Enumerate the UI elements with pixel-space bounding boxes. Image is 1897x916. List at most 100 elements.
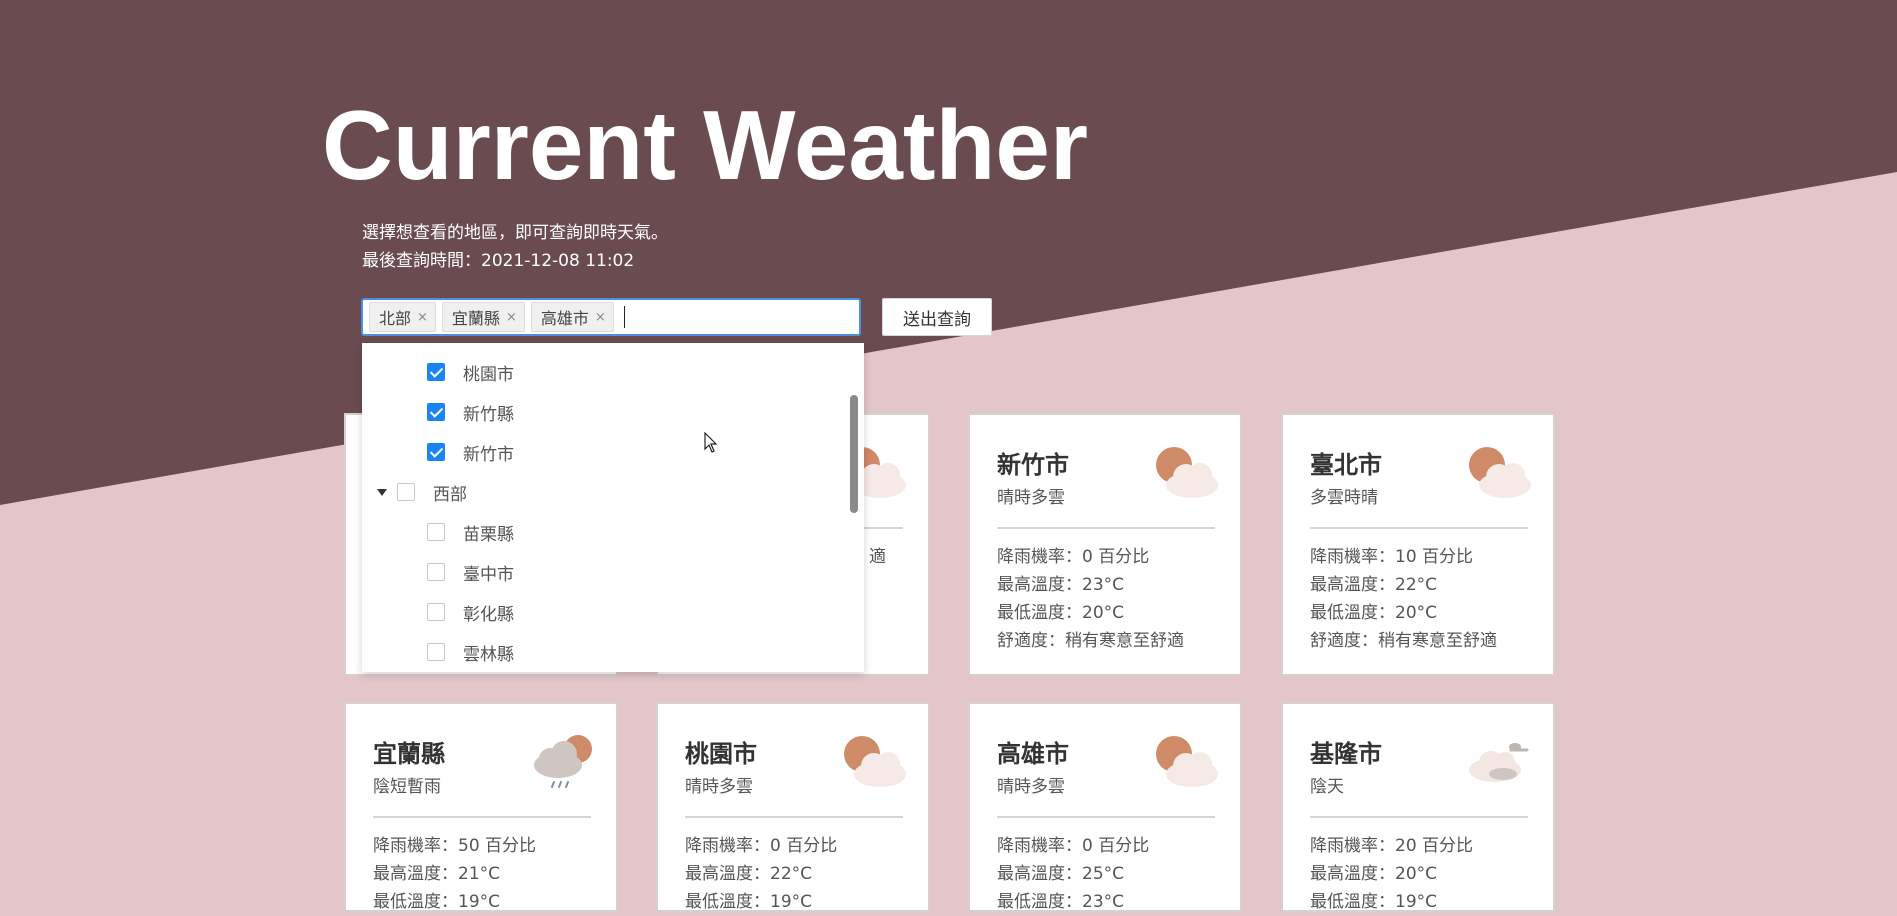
tag-label: 高雄市: [540, 309, 589, 328]
card-divider: [1310, 816, 1528, 818]
card-city: 基隆市: [1310, 740, 1382, 768]
card-city: 宜蘭縣: [373, 740, 445, 768]
last-query-time: 最後查詢時間：2021-12-08 11:02: [362, 251, 635, 271]
card-detail-line: 降雨機率：50 百分比: [373, 836, 537, 856]
tree-item[interactable]: 新竹縣: [362, 392, 842, 432]
partly-cloudy-icon: [1152, 443, 1220, 499]
card-condition: 晴時多雲: [997, 488, 1065, 508]
dropdown-scrollbar[interactable]: [850, 395, 858, 513]
weather-card: 基隆市 陰天 降雨機率：20 百分比 最高溫度：20°C 最低溫度：19°C: [1281, 702, 1555, 912]
weather-card: 新竹市晴時多雲降雨機率：0 百分比 最高溫度：23°C 最低溫度：20°C 舒適度：稍…: [968, 413, 1242, 676]
region-multiselect[interactable]: 北部 × 宜蘭縣 × 高雄市 ×: [361, 298, 861, 336]
card-detail-line: 降雨機率：20 百分比: [1310, 836, 1474, 856]
tree-item-label: 新竹縣: [463, 404, 514, 425]
tree-item[interactable]: 臺中市: [362, 552, 842, 592]
card-details: 降雨機率：0 百分比 最高溫度：23°C 最低溫度：20°C 舒適度：稍有寒意至舒適: [997, 543, 1184, 655]
tree-item[interactable]: 苗栗縣: [362, 512, 842, 552]
checkbox[interactable]: [427, 403, 445, 421]
card-city: 臺北市: [1310, 451, 1382, 479]
text-cursor: [623, 306, 625, 328]
card-detail-line: 最高溫度：22°C: [685, 864, 813, 884]
mouse-pointer-icon: [704, 432, 718, 453]
remove-tag-icon[interactable]: ×: [595, 310, 606, 325]
tag-label: 宜蘭縣: [451, 309, 500, 328]
tree-item[interactable]: 新竹市: [362, 432, 842, 472]
tag-label: 北部: [379, 309, 412, 328]
card-divider: [685, 816, 903, 818]
region-dropdown: 桃園市 新竹縣 新竹市 西部 苗栗縣 臺中市 彰化縣 雲林縣: [362, 343, 864, 672]
weather-card: 高雄市晴時多雲降雨機率：0 百分比 最高溫度：25°C 最低溫度：23°C: [968, 702, 1242, 912]
checkbox[interactable]: [427, 363, 445, 381]
selected-tag: 宜蘭縣 ×: [441, 302, 525, 332]
partly-cloudy-icon: [1152, 732, 1220, 788]
checkbox[interactable]: [427, 563, 445, 581]
weather-card: 桃園市晴時多雲降雨機率：0 百分比 最高溫度：22°C 最低溫度：19°C: [656, 702, 930, 912]
rain-cloud-icon: [528, 732, 596, 788]
tree-item-label: 新竹市: [463, 444, 514, 465]
description-text: 選擇想查看的地區，即可查詢即時天氣。: [362, 223, 668, 243]
card-detail-line: 最低溫度：23°C: [997, 892, 1125, 912]
partly-cloudy-icon: [840, 732, 908, 788]
selected-tag: 高雄市 ×: [530, 302, 614, 332]
card-detail-line: 適: [869, 547, 886, 567]
card-condition: 陰短暫雨: [373, 777, 441, 797]
checkbox[interactable]: [427, 443, 445, 461]
weather-card: 臺北市多雲時晴降雨機率：10 百分比 最高溫度：22°C 最低溫度：20°C 舒適度：…: [1281, 413, 1555, 676]
card-divider: [373, 816, 591, 818]
tree-item-label: 桃園市: [463, 364, 514, 385]
card-details: 降雨機率：50 百分比 最高溫度：21°C 最低溫度：19°C: [373, 832, 536, 916]
tree-item-label: 雲林縣: [463, 644, 514, 665]
checkbox[interactable]: [427, 643, 445, 661]
card-detail-line: 最高溫度：20°C: [1310, 864, 1438, 884]
card-condition: 多雲時晴: [1310, 488, 1378, 508]
page-description: 選擇想查看的地區，即可查詢即時天氣。 最後查詢時間：2021-12-08 11:…: [362, 219, 668, 275]
tree-item[interactable]: 彰化縣: [362, 592, 842, 632]
card-detail-line: 最低溫度：20°C: [997, 603, 1125, 623]
submit-button[interactable]: 送出查詢: [882, 298, 992, 336]
card-city: 高雄市: [997, 740, 1069, 768]
card-detail-line: 最高溫度：21°C: [373, 864, 501, 884]
weather-card: 宜蘭縣陰短暫雨降雨機率：50 百分比 最高溫度：21°C 最低溫度：19°C: [344, 702, 618, 912]
tree-item[interactable]: 雲林縣: [362, 632, 842, 672]
card-city: 桃園市: [685, 740, 757, 768]
card-detail-line: 最低溫度：19°C: [685, 892, 813, 912]
card-city: 新竹市: [997, 451, 1069, 479]
card-detail-line: 降雨機率：0 百分比: [997, 836, 1150, 856]
card-detail-line: 舒適度：稍有寒意至舒適: [1310, 631, 1497, 651]
overcast-icon: [1465, 732, 1533, 788]
selected-tag: 北部 ×: [369, 302, 436, 332]
card-divider: [997, 527, 1215, 529]
card-condition: 晴時多雲: [997, 777, 1065, 797]
card-detail-line: 降雨機率：0 百分比: [685, 836, 838, 856]
tree-group[interactable]: 西部: [362, 472, 842, 512]
partly-cloudy-icon: [1465, 443, 1533, 499]
card-detail-line: 最高溫度：22°C: [1310, 575, 1438, 595]
tree-group-label: 西部: [433, 484, 467, 505]
card-detail-line: 降雨機率：0 百分比: [997, 547, 1150, 567]
card-condition: 晴時多雲: [685, 777, 753, 797]
expand-arrow-icon[interactable]: [377, 488, 387, 496]
tree-item-label: 臺中市: [463, 564, 514, 585]
card-detail-line: 降雨機率：10 百分比: [1310, 547, 1474, 567]
card-divider: [1310, 527, 1528, 529]
card-detail-line: 舒適度：稍有寒意至舒適: [997, 631, 1184, 651]
checkbox[interactable]: [427, 603, 445, 621]
card-details: 降雨機率：10 百分比 最高溫度：22°C 最低溫度：20°C 舒適度：稍有寒意至舒適: [1310, 543, 1497, 655]
checkbox[interactable]: [397, 483, 415, 501]
tree-item[interactable]: 桃園市: [362, 352, 842, 392]
card-condition: 陰天: [1310, 777, 1344, 797]
remove-tag-icon[interactable]: ×: [417, 310, 428, 325]
card-details: 降雨機率：0 百分比 最高溫度：25°C 最低溫度：23°C: [997, 832, 1149, 916]
card-detail-line: 最低溫度：20°C: [1310, 603, 1438, 623]
card-detail-line: 最高溫度：23°C: [997, 575, 1125, 595]
card-detail-line: 最高溫度：25°C: [997, 864, 1125, 884]
checkbox[interactable]: [427, 523, 445, 541]
remove-tag-icon[interactable]: ×: [506, 310, 517, 325]
card-details: 降雨機率：0 百分比 最高溫度：22°C 最低溫度：19°C: [685, 832, 837, 916]
page-title: Current Weather: [322, 90, 1089, 200]
card-details: 降雨機率：20 百分比 最高溫度：20°C 最低溫度：19°C: [1310, 832, 1473, 916]
tree-item-label: 彰化縣: [463, 604, 514, 625]
tree-item-label: 苗栗縣: [463, 524, 514, 545]
card-detail-line: 最低溫度：19°C: [373, 892, 501, 912]
card-divider: [997, 816, 1215, 818]
